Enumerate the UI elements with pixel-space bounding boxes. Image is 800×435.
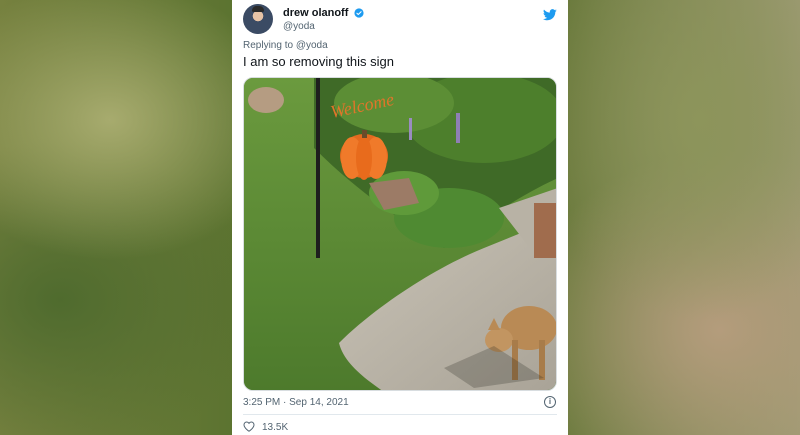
tweet-text: I am so removing this sign (243, 54, 395, 69)
twitter-bird-icon[interactable] (543, 9, 557, 21)
replying-to: Replying to @yoda (243, 40, 328, 51)
avatar[interactable] (243, 4, 273, 34)
like-count[interactable]: 13.5K (262, 422, 288, 433)
tweet-card: drew olanoff @yoda Replying to @yoda I a… (232, 0, 568, 435)
info-icon[interactable]: i (544, 396, 556, 408)
heart-icon[interactable] (243, 421, 255, 432)
tweet-timestamp[interactable]: 3:25 PM · Sep 14, 2021 (243, 397, 349, 408)
author-name[interactable]: drew olanoff (283, 7, 348, 19)
garden-scene: Welcome (244, 78, 556, 390)
author-handle[interactable]: @yoda (283, 21, 315, 32)
divider (243, 414, 557, 415)
tweet-photo[interactable]: Welcome (243, 77, 557, 391)
replying-to-link[interactable]: @yoda (296, 40, 328, 51)
tweet-header: drew olanoff @yoda (243, 4, 559, 34)
replying-prefix: Replying to (243, 40, 294, 51)
verified-badge-icon (354, 8, 364, 18)
